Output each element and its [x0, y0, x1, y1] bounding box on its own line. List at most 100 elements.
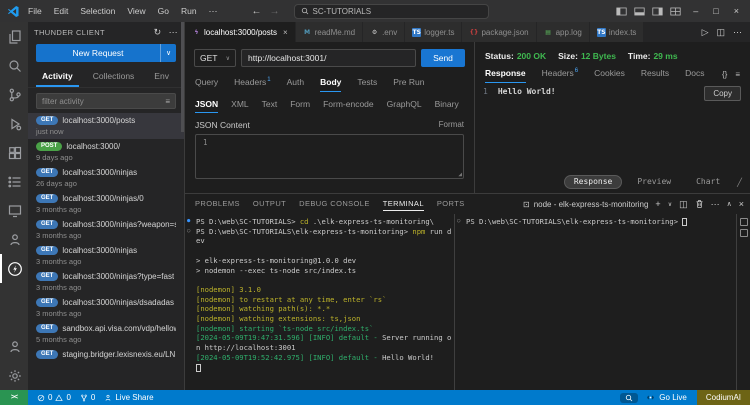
run-and-debug-icon[interactable] [0, 109, 28, 138]
request-tab-tests[interactable]: Tests [357, 74, 377, 92]
view-tab-preview[interactable]: Preview [627, 175, 681, 189]
nav-forward-icon[interactable]: → [270, 6, 280, 17]
sidebar-tab-env[interactable]: Env [148, 68, 175, 87]
request-list-item[interactable]: GETlocalhost:3000/postsjust now [28, 113, 184, 139]
run-file-icon[interactable]: ▷ [702, 27, 709, 38]
minimize-button[interactable]: – [690, 6, 701, 16]
body-tab-form[interactable]: Form [290, 97, 310, 113]
source-control-icon[interactable] [0, 80, 28, 109]
method-select[interactable]: GET ∨ [194, 49, 236, 67]
account-icon[interactable] [0, 332, 28, 361]
request-list-item[interactable]: GETlocalhost:3000/ninjas3 months ago [28, 243, 184, 269]
menu-file[interactable]: File [22, 0, 48, 22]
status-search-button[interactable] [620, 393, 638, 403]
editor-tab-localhost-3000-posts[interactable]: ϟlocalhost:3000/posts× [185, 22, 296, 42]
new-request-button[interactable]: New Request ∨ [36, 44, 176, 62]
problems-indicator[interactable]: 0 0 [37, 393, 71, 402]
close-panel-icon[interactable]: × [739, 199, 744, 209]
explorer-icon[interactable] [0, 22, 28, 51]
format-json-icon[interactable]: {} [722, 70, 727, 79]
maximize-button[interactable]: □ [710, 6, 721, 16]
search-icon[interactable] [0, 51, 28, 80]
body-tab-form-encode[interactable]: Form-encode [323, 97, 374, 113]
request-list-item[interactable]: GETlocalhost:3000/ninjas?type=fast3 mont… [28, 269, 184, 295]
request-list-item[interactable]: GETlocalhost:3000/ninjas/03 months ago [28, 191, 184, 217]
remote-indicator[interactable]: >< [0, 390, 28, 405]
settings-icon[interactable] [0, 361, 28, 390]
terminal-list-item[interactable] [740, 229, 748, 237]
open-in-editor-icon[interactable]: ╱ [737, 178, 742, 187]
toggle-panel-icon[interactable] [634, 7, 645, 16]
editor-tab-package-json[interactable]: {}package.json [462, 22, 536, 42]
go-live-button[interactable]: Go Live [646, 393, 687, 402]
sidebar-scrollbar[interactable] [181, 22, 184, 132]
send-button[interactable]: Send [421, 49, 465, 67]
terminal-dropdown-icon[interactable]: ∨ [668, 201, 672, 208]
sidebar-tab-activity[interactable]: Activity [36, 68, 79, 87]
request-tab-auth[interactable]: Auth [287, 74, 305, 92]
customize-layout-icon[interactable] [670, 7, 681, 16]
request-list-item[interactable]: GETlocalhost:3000/ninjas/dsadadas3 month… [28, 295, 184, 321]
sidebar-more-icon[interactable]: ⋯ [169, 27, 178, 38]
view-tab-chart[interactable]: Chart [686, 175, 730, 189]
remote-explorer-icon[interactable] [0, 196, 28, 225]
toggle-secondary-sidebar-icon[interactable] [652, 7, 663, 16]
editor-tab-app-log[interactable]: ▤app.log [537, 22, 590, 42]
editor-more-icon[interactable]: ⋯ [733, 27, 742, 38]
response-tab-docs[interactable]: Docs [685, 65, 704, 83]
close-button[interactable]: × [731, 6, 742, 16]
testing-icon[interactable] [0, 167, 28, 196]
format-link[interactable]: Format [439, 120, 464, 130]
response-tab-cookies[interactable]: Cookies [594, 65, 625, 83]
url-input[interactable]: http://localhost:3001/ [241, 49, 416, 67]
panel-tab-ports[interactable]: PORTS [437, 197, 465, 211]
thunder-client-icon[interactable] [0, 254, 28, 283]
terminal-output[interactable]: ●PS D:\web\SC-TUTORIALS> cd .\elk-expres… [185, 214, 455, 390]
codium-ai-button[interactable]: CodiumAI [697, 390, 750, 405]
request-list-item[interactable]: GETstaging.bridger.lexisnexis.eu/LN.Web.… [28, 347, 184, 362]
split-terminal-icon[interactable]: ◫ [679, 199, 688, 210]
panel-tab-problems[interactable]: PROBLEMS [195, 197, 240, 211]
body-tab-binary[interactable]: Binary [435, 97, 459, 113]
panel-tab-debug-console[interactable]: DEBUG CONSOLE [299, 197, 370, 211]
terminal-list-item[interactable] [740, 218, 748, 226]
body-tab-graphql[interactable]: GraphQL [387, 97, 422, 113]
refresh-icon[interactable]: ↻ [154, 27, 162, 38]
menu-go[interactable]: Go [152, 0, 175, 22]
filter-menu-icon[interactable]: ≡ [165, 97, 170, 106]
terminal-session-label[interactable]: ⊡ node - elk-express-ts-monitoring [523, 200, 648, 209]
live-share-button[interactable]: Live Share [104, 393, 153, 402]
menu-selection[interactable]: Selection [74, 0, 121, 22]
terminal-output-secondary[interactable]: ○PS D:\web\SC-TUTORIALS\elk-express-ts-m… [455, 214, 736, 390]
request-tab-headers[interactable]: Headers1 [234, 74, 270, 92]
menu-run[interactable]: Run [175, 0, 203, 22]
command-search-box[interactable]: SC-TUTORIALS [294, 4, 489, 19]
panel-more-icon[interactable]: ⋯ [711, 199, 720, 210]
new-request-dropdown[interactable]: ∨ [160, 44, 176, 62]
editor-tab--env[interactable]: ⚙.env [363, 22, 405, 42]
ports-indicator[interactable]: 0 [80, 393, 95, 402]
extensions-icon[interactable] [0, 138, 28, 167]
menu-view[interactable]: View [121, 0, 151, 22]
filter-activity-input[interactable]: filter activity ≡ [36, 93, 176, 109]
editor-tab-logger-ts[interactable]: TSlogger.ts [405, 22, 462, 42]
request-list-item[interactable]: GETsandbox.api.visa.com/vdp/helloworld5 … [28, 321, 184, 347]
new-terminal-icon[interactable]: + [655, 199, 660, 209]
response-tab-response[interactable]: Response [485, 65, 526, 83]
nav-back-icon[interactable]: ← [252, 6, 262, 17]
menu-edit[interactable]: Edit [48, 0, 75, 22]
toggle-sidebar-icon[interactable] [616, 7, 627, 16]
body-tab-text[interactable]: Text [262, 97, 278, 113]
maximize-panel-icon[interactable]: ∧ [727, 200, 732, 208]
response-filter-icon[interactable]: ≡ [735, 70, 740, 79]
kill-terminal-icon[interactable] [695, 199, 704, 209]
copy-button[interactable]: Copy [704, 86, 741, 101]
panel-tab-terminal[interactable]: TERMINAL [383, 197, 424, 211]
sidebar-tab-collections[interactable]: Collections [87, 68, 141, 87]
request-tab-body[interactable]: Body [320, 74, 341, 92]
panel-tab-output[interactable]: OUTPUT [253, 197, 286, 211]
resize-handle-icon[interactable]: ◢ [458, 171, 462, 178]
view-tab-response[interactable]: Response [564, 175, 623, 189]
menu-overflow-icon[interactable]: ⋯ [203, 6, 224, 17]
editor-tab-readme-md[interactable]: MreadMe.md [296, 22, 363, 42]
